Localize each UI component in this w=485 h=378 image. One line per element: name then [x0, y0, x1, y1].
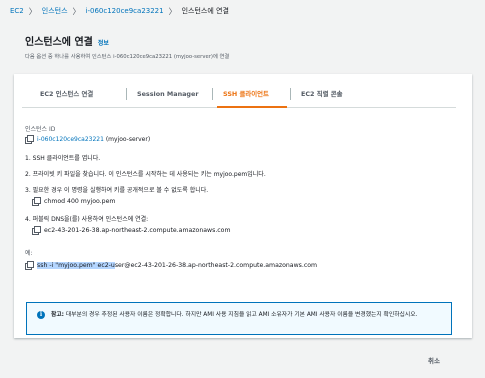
step-2: 2. 프라이빗 키 파일을 찾습니다. 이 인스턴스를 시작하는 데 사용되는 …: [25, 169, 266, 178]
breadcrumb-ec2-link[interactable]: EC2: [10, 7, 24, 15]
copy-icon[interactable]: [32, 226, 41, 235]
example-label: 예:: [25, 250, 33, 257]
step-1: 1. SSH 클라이언트를 엽니다.: [25, 155, 101, 162]
copy-icon[interactable]: [32, 197, 41, 206]
page-title: 인스턴스에 연결: [25, 37, 93, 48]
copy-icon[interactable]: [25, 261, 34, 270]
example-command[interactable]: ssh -i "myjoo.pem" ec2-user@ec2-43-201-2…: [37, 261, 318, 269]
title-row: 인스턴스에 연결 정보: [25, 33, 465, 48]
tab-label: EC2 직렬 콘솔: [301, 90, 343, 98]
breadcrumb-instances-link[interactable]: 인스턴스: [42, 6, 68, 16]
info-link[interactable]: 정보: [98, 38, 109, 47]
public-dns-row: ec2-43-201-26-38.ap-northeast-2.compute.…: [32, 226, 231, 235]
tab-session-manager[interactable]: Session Manager: [127, 80, 213, 107]
selected-text: ssh -i "myjoo.pem" ec2-u: [37, 261, 115, 269]
example-command-row: ssh -i "myjoo.pem" ec2-user@ec2-43-201-2…: [25, 261, 318, 270]
instance-id-link[interactable]: i-060c120ce9ca23221: [37, 136, 104, 143]
instance-id-label: 인스턴스 ID: [25, 126, 56, 133]
notice-bold-label: 참고:: [51, 312, 64, 318]
page-description: 다음 옵션 중 하나를 사용하여 인스턴스 i-060c120ce9ca2322…: [25, 54, 230, 60]
instance-id-row: i-060c120ce9ca23221 (myjoo-server): [25, 135, 151, 144]
breadcrumb-separator: 〉: [168, 6, 177, 16]
notice-body: 대부분의 경우 추정된 사용자 이름은 정확합니다. 하지만 AMI 사용 지침…: [64, 312, 418, 318]
page-header: 인스턴스에 연결 정보 다음 옵션 중 하나를 사용하여 인스턴스 i-060c…: [25, 33, 465, 60]
info-icon: i: [37, 311, 45, 319]
chmod-command-row: chmod 400 myjoo.pem: [32, 197, 116, 206]
notice-text: 참고: 대부분의 경우 추정된 사용자 이름은 정확합니다. 하지만 AMI 사…: [51, 310, 446, 320]
breadcrumb: EC2 〉 인스턴스 〉 i-060c120ce9ca23221 〉 인스턴스에…: [10, 4, 229, 18]
breadcrumb-separator: 〉: [72, 6, 81, 16]
cancel-button[interactable]: 취소: [428, 355, 440, 365]
breadcrumb-separator: 〉: [28, 6, 37, 16]
tab-label: EC2 인스턴스 연결: [40, 90, 94, 98]
tab-label: SSH 클라이언트: [223, 90, 269, 98]
breadcrumb-instance-id-link[interactable]: i-060c120ce9ca23221: [86, 7, 164, 15]
connect-panel: EC2 인스턴스 연결 Session Manager SSH 클라이언트 EC…: [14, 74, 472, 338]
step-4: 4. 퍼블릭 DNS을(를) 사용하여 인스턴스에 연결:: [25, 216, 149, 223]
step-2-prefix: 2. 프라이빗 키 파일을 찾습니다. 이 인스턴스를 시작하는 데 사용되는 …: [25, 171, 214, 178]
step-2-key-name: myjoo.pem: [213, 171, 248, 178]
step-3: 3. 필요한 경우 이 명령을 실행하여 키를 공개적으로 볼 수 없도록 합니…: [25, 187, 209, 194]
tab-ec2-instance-connect[interactable]: EC2 인스턴스 연결: [22, 80, 127, 107]
chmod-command: chmod 400 myjoo.pem: [44, 197, 116, 205]
tab-label: Session Manager: [137, 89, 199, 98]
example-command-rest: ser@ec2-43-201-26-38.ap-northeast-2.comp…: [114, 261, 318, 269]
public-dns: ec2-43-201-26-38.ap-northeast-2.compute.…: [44, 226, 231, 234]
instance-name: (myjoo-server): [105, 135, 151, 143]
tab-bar: EC2 인스턴스 연결 Session Manager SSH 클라이언트 EC…: [22, 80, 456, 108]
tab-ec2-serial-console[interactable]: EC2 직렬 콘솔: [291, 80, 371, 107]
breadcrumb-current: 인스턴스에 연결: [181, 7, 229, 15]
copy-icon[interactable]: [25, 135, 34, 144]
info-notice: i 참고: 대부분의 경우 추정된 사용자 이름은 정확합니다. 하지만 AMI…: [26, 302, 452, 335]
step-2-suffix: 입니다.: [247, 171, 266, 178]
tab-ssh-client[interactable]: SSH 클라이언트: [213, 80, 291, 108]
